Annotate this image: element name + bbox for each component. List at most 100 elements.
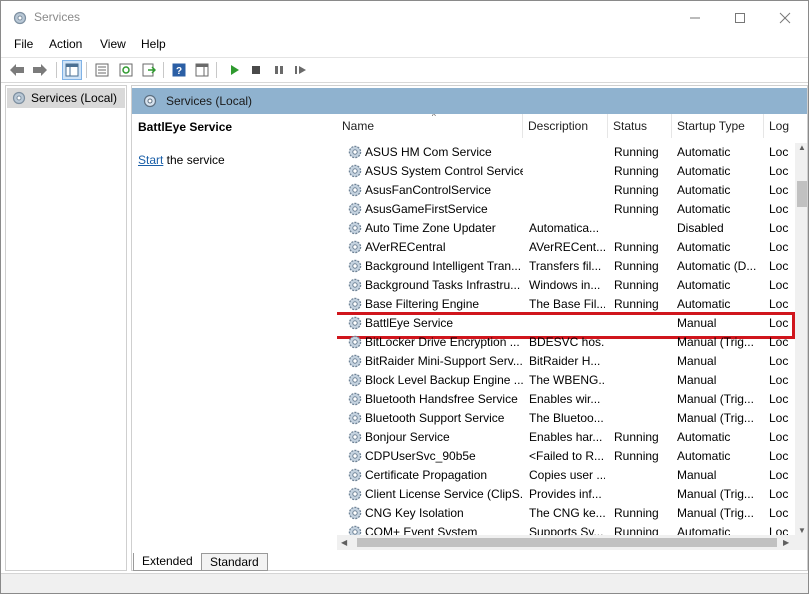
service-row[interactable]: ASUS System Control Service Running Automa…: [337, 162, 795, 181]
service-gear-icon: [347, 258, 363, 274]
service-description: Enables har...: [529, 430, 603, 444]
horizontal-scrollbar[interactable]: ◀ ▶: [337, 535, 807, 550]
horizontal-scroll-thumb[interactable]: [357, 538, 777, 547]
tree-item-services-local[interactable]: Services (Local): [7, 88, 125, 108]
vertical-scrollbar[interactable]: ▲ ▼: [795, 143, 807, 535]
service-row[interactable]: AsusFanControlService Running Automatic Loc: [337, 181, 795, 200]
service-log-on-as: Loc: [769, 221, 789, 235]
service-row[interactable]: Bluetooth Handsfree Service Enables wir..…: [337, 390, 795, 409]
service-row[interactable]: CNG Key Isolation The CNG ke... Running Man…: [337, 504, 795, 523]
service-row[interactable]: AVerRECentral AVerRECent... Running Automat…: [337, 238, 795, 257]
service-name: Bluetooth Handsfree Service: [365, 392, 518, 406]
menu-help[interactable]: Help: [141, 37, 166, 51]
service-row[interactable]: CDPUserSvc_90b5e <Failed to R... Running Au…: [337, 447, 795, 466]
toolbar-separator: [56, 62, 57, 78]
menu-file[interactable]: File: [14, 37, 33, 51]
service-row[interactable]: Client License Service (ClipS... Provides…: [337, 485, 795, 504]
sort-ascending-icon: ^: [432, 114, 436, 121]
service-name: BitLocker Drive Encryption ...: [365, 335, 520, 349]
maximize-button[interactable]: [717, 1, 763, 35]
start-service-link[interactable]: Start: [138, 153, 163, 167]
service-row[interactable]: Base Filtering Engine The Base Fil... Runn…: [337, 295, 795, 314]
refresh-button[interactable]: [116, 60, 136, 80]
service-row[interactable]: ASUS HM Com Service Running Automatic Loc: [337, 143, 795, 162]
service-row[interactable]: BitRaider Mini-Support Serv... BitRaider …: [337, 352, 795, 371]
service-startup-type: Automatic: [677, 202, 731, 216]
scroll-down-icon[interactable]: ▼: [798, 526, 806, 535]
service-log-on-as: Loc: [769, 183, 789, 197]
service-row[interactable]: Background Tasks Infrastru... Windows in.…: [337, 276, 795, 295]
menu-bar: File Action View Help: [1, 35, 808, 55]
start-action-line: Start the service: [138, 153, 225, 167]
column-header-log-on-as[interactable]: Log: [764, 114, 807, 138]
vertical-scroll-thumb[interactable]: [797, 181, 807, 207]
arrow-left-icon: [10, 64, 24, 76]
column-header-status[interactable]: Status: [608, 114, 672, 138]
service-row[interactable]: Bonjour Service Enables har... Running Auto…: [337, 428, 795, 447]
service-startup-type: Automatic (D...: [677, 259, 757, 273]
toolbar-separator: [86, 62, 87, 78]
service-name: Background Tasks Infrastru...: [365, 278, 521, 292]
show-action-pane-button[interactable]: [192, 60, 212, 80]
close-button[interactable]: [762, 1, 808, 35]
help-button[interactable]: ?: [169, 60, 189, 80]
toolbar-separator: [163, 62, 164, 78]
start-service-button[interactable]: [224, 60, 244, 80]
service-row[interactable]: Block Level Backup Engine ... The WBENG..…: [337, 371, 795, 390]
forward-button[interactable]: [30, 60, 50, 80]
menu-view[interactable]: View: [100, 37, 126, 51]
menu-action[interactable]: Action: [49, 37, 82, 51]
service-gear-icon: [347, 448, 363, 464]
services-window: Services File Action View Help ? Service…: [0, 0, 809, 594]
svg-text:?: ?: [176, 66, 182, 77]
service-startup-type: Automatic: [677, 164, 731, 178]
play-icon: [231, 65, 239, 75]
scroll-right-icon[interactable]: ▶: [783, 538, 789, 547]
service-startup-type: Automatic: [677, 297, 731, 311]
properties-button[interactable]: [92, 60, 112, 80]
export-list-button[interactable]: [139, 60, 159, 80]
service-startup-type: Manual (Trig...: [677, 411, 754, 425]
show-hide-tree-button[interactable]: [62, 60, 82, 80]
arrow-right-icon: [33, 64, 47, 76]
tab-extended[interactable]: Extended: [133, 553, 202, 571]
service-row[interactable]: Certificate Propagation Copies user ... Ma…: [337, 466, 795, 485]
service-log-on-as: Loc: [769, 202, 789, 216]
stop-service-button[interactable]: [246, 60, 266, 80]
scroll-up-icon[interactable]: ▲: [798, 143, 806, 152]
service-name: Background Intelligent Tran...: [365, 259, 522, 273]
start-action-suffix: the service: [163, 153, 225, 167]
restart-service-button[interactable]: [291, 60, 311, 80]
service-row[interactable]: Auto Time Zone Updater Automatica... Disab…: [337, 219, 795, 238]
service-row[interactable]: BattlEye Service Manual Loc: [337, 312, 795, 339]
pause-service-button[interactable]: [269, 60, 289, 80]
service-row[interactable]: Bluetooth Support Service The Bluetoo... M…: [337, 409, 795, 428]
title-bar[interactable]: Services: [1, 1, 808, 35]
service-startup-type: Automatic: [677, 240, 731, 254]
service-startup-type: Automatic: [677, 278, 731, 292]
service-row[interactable]: BitLocker Drive Encryption ... BDESVC hos…: [337, 333, 795, 352]
minimize-button[interactable]: [672, 1, 718, 35]
service-startup-type: Automatic: [677, 145, 731, 159]
tab-standard[interactable]: Standard: [201, 553, 268, 571]
column-header-name[interactable]: Name ^: [337, 114, 523, 138]
service-gear-icon: [347, 144, 363, 160]
scroll-left-icon[interactable]: ◀: [341, 538, 347, 547]
column-header-startup-type[interactable]: Startup Type: [672, 114, 764, 138]
service-row[interactable]: AsusGameFirstService Running Automatic Loc: [337, 200, 795, 219]
service-row[interactable]: Background Intelligent Tran... Transfers …: [337, 257, 795, 276]
description-pane: BattlEye Service Start the service: [132, 114, 337, 554]
service-startup-type: Manual (Trig...: [677, 392, 754, 406]
service-name: BitRaider Mini-Support Serv...: [365, 354, 523, 368]
toolbar-separator: [216, 62, 217, 78]
back-button[interactable]: [7, 60, 27, 80]
pane-header-title: Services (Local): [166, 94, 253, 108]
column-header-description[interactable]: Description: [523, 114, 608, 138]
service-description: AVerRECent...: [529, 240, 605, 254]
service-gear-icon: [347, 163, 363, 179]
service-log-on-as: Loc: [769, 164, 789, 178]
service-status: Running: [614, 240, 659, 254]
console-tree: Services (Local): [5, 85, 127, 571]
selected-service-title: BattlEye Service: [138, 120, 233, 134]
service-log-on-as: Loc: [769, 468, 789, 482]
